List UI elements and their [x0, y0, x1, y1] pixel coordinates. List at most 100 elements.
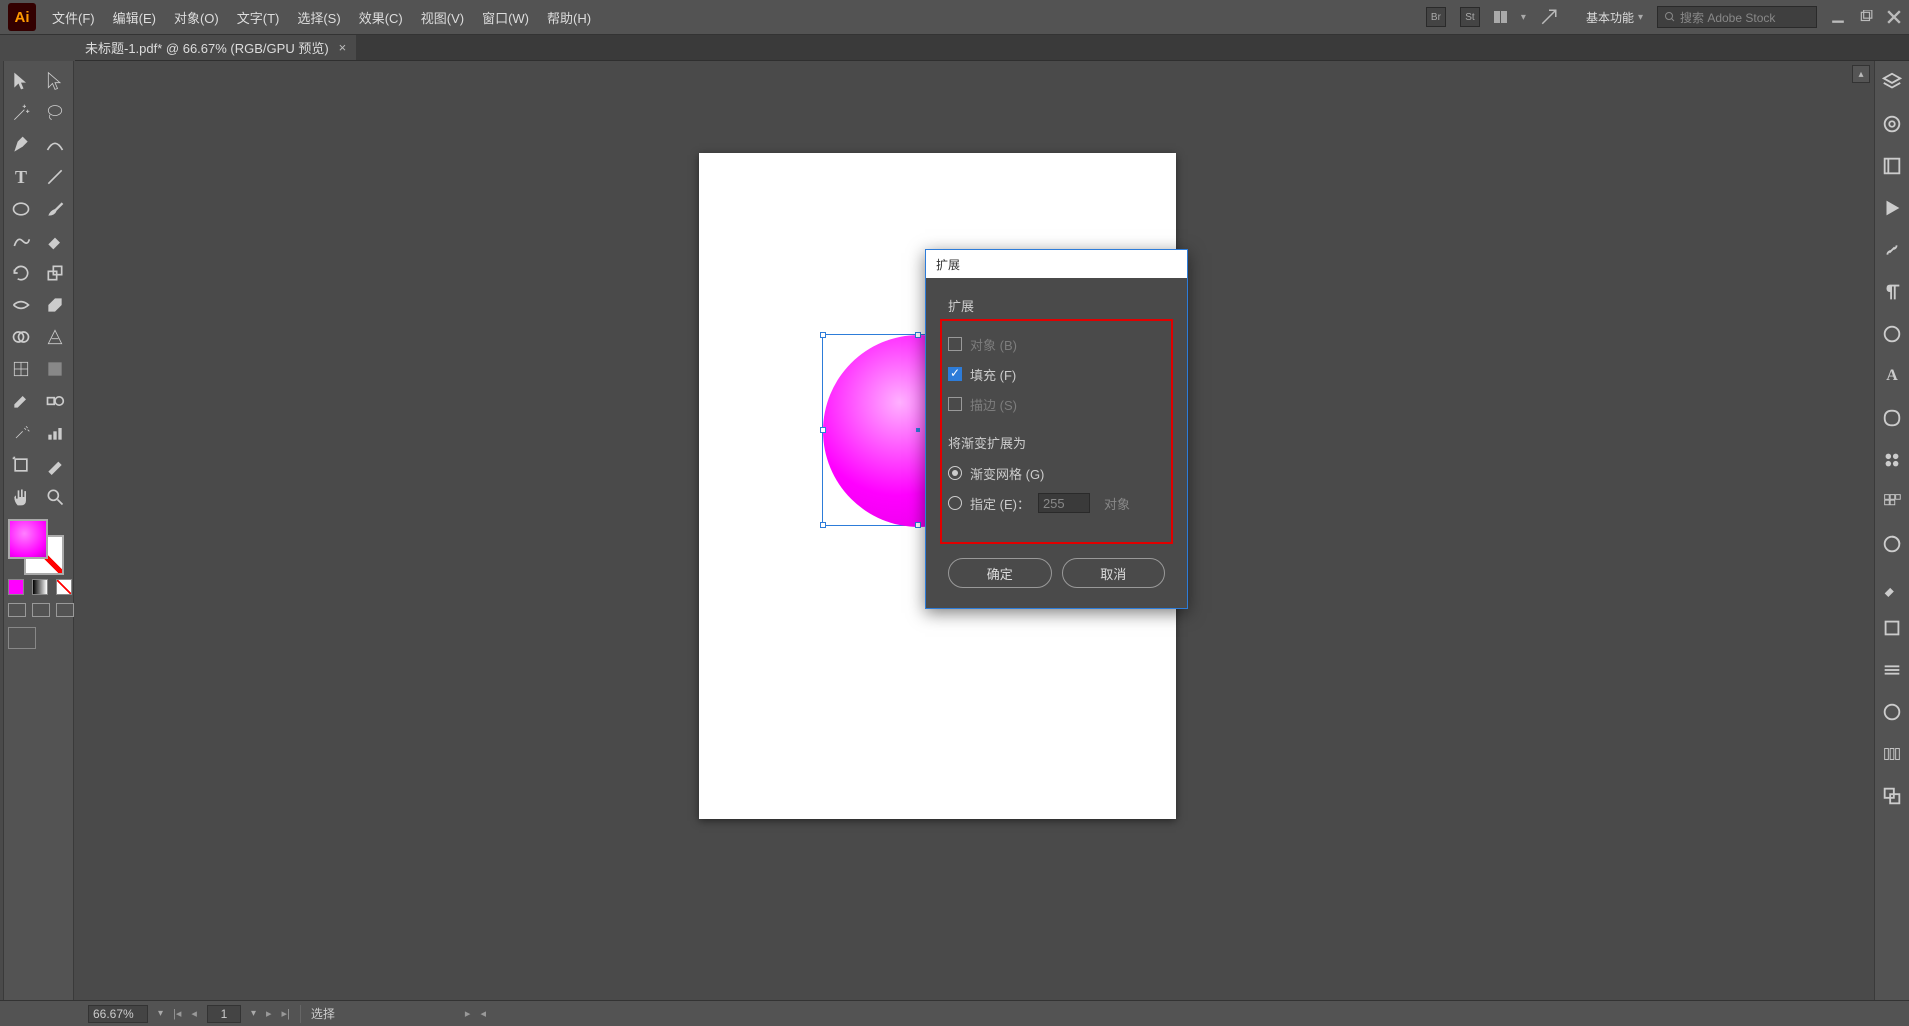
fill-checkbox[interactable]: [948, 367, 962, 381]
tool-ellipse[interactable]: [4, 193, 38, 225]
canvas[interactable]: ▴ 扩展 扩展 对象 (B): [74, 61, 1874, 1000]
arrange-dropdown-icon[interactable]: ▾: [1521, 12, 1526, 23]
tool-width[interactable]: [4, 289, 38, 321]
tool-direct-selection[interactable]: [38, 65, 72, 97]
zoom-level-field[interactable]: 66.67%: [88, 1005, 148, 1023]
option-gradient-mesh-row[interactable]: 渐变网格 (G): [948, 458, 1165, 488]
gradient-mode-icon[interactable]: [32, 579, 48, 595]
links-icon[interactable]: [1881, 239, 1903, 261]
tool-blend[interactable]: [38, 385, 72, 417]
minimize-icon[interactable]: [1831, 10, 1845, 24]
adobe-stock-search[interactable]: 搜索 Adobe Stock: [1657, 6, 1817, 28]
stroke-checkbox: [948, 397, 962, 411]
tool-slice[interactable]: [38, 449, 72, 481]
last-artboard-icon[interactable]: ▸|: [282, 1007, 290, 1020]
fill-swatch[interactable]: [8, 519, 48, 559]
restore-icon[interactable]: [1859, 10, 1873, 24]
tool-symbol-sprayer[interactable]: [4, 417, 38, 449]
menu-help[interactable]: 帮助(H): [547, 8, 591, 27]
arrange-documents-icon[interactable]: [1494, 11, 1507, 23]
tool-lasso[interactable]: [38, 97, 72, 129]
scroll-up-icon[interactable]: ▴: [1852, 65, 1870, 83]
tool-free-transform[interactable]: [38, 289, 72, 321]
artboard-dropdown-icon[interactable]: ▾: [251, 1008, 256, 1019]
gradient-mesh-radio[interactable]: [948, 466, 962, 480]
bridge-icon[interactable]: Br: [1426, 7, 1446, 27]
draw-normal-icon[interactable]: [8, 603, 26, 617]
specify-value-field[interactable]: 255: [1038, 493, 1090, 513]
layers-icon[interactable]: [1881, 71, 1903, 93]
tool-eraser[interactable]: [38, 225, 72, 257]
tool-magic-wand[interactable]: [4, 97, 38, 129]
tool-hand[interactable]: [4, 481, 38, 513]
menu-window[interactable]: 窗口(W): [482, 8, 529, 27]
tool-rotate[interactable]: [4, 257, 38, 289]
paragraph-icon[interactable]: [1881, 281, 1903, 303]
tool-mesh[interactable]: [4, 353, 38, 385]
draw-inside-icon[interactable]: [56, 603, 74, 617]
tool-scale[interactable]: [38, 257, 72, 289]
cc-libraries-icon[interactable]: [1881, 113, 1903, 135]
transparency-icon[interactable]: [1881, 701, 1903, 723]
menu-effect[interactable]: 效果(C): [359, 8, 403, 27]
tool-artboard[interactable]: [4, 449, 38, 481]
tool-selection[interactable]: [4, 65, 38, 97]
graphic-styles-icon[interactable]: [1881, 449, 1903, 471]
tool-zoom[interactable]: [38, 481, 72, 513]
fill-stroke-swatch[interactable]: [8, 519, 64, 575]
swatches-icon[interactable]: [1881, 491, 1903, 513]
menu-select[interactable]: 选择(S): [297, 8, 340, 27]
status-tool-label: 选择: [311, 1005, 335, 1022]
color-mode-icon[interactable]: [8, 579, 24, 595]
tool-curvature[interactable]: [38, 129, 72, 161]
status-play-icon[interactable]: ▸: [465, 1007, 471, 1020]
menu-file[interactable]: 文件(F): [52, 8, 95, 27]
stroke-panel-icon[interactable]: [1881, 659, 1903, 681]
tool-brush[interactable]: [38, 193, 72, 225]
screen-mode-icon[interactable]: [8, 627, 36, 649]
status-back-icon[interactable]: ◂: [480, 1007, 486, 1020]
tool-eyedropper[interactable]: [4, 385, 38, 417]
menu-view[interactable]: 视图(V): [421, 8, 464, 27]
option-fill-row[interactable]: 填充 (F): [948, 359, 1165, 389]
appearance-icon[interactable]: [1881, 323, 1903, 345]
artboard-number-field[interactable]: 1: [207, 1005, 241, 1023]
close-icon[interactable]: [1887, 10, 1901, 24]
tool-gradient[interactable]: [38, 353, 72, 385]
transform-icon[interactable]: [1881, 407, 1903, 429]
tool-shape-builder[interactable]: [4, 321, 38, 353]
stock-icon[interactable]: St: [1460, 7, 1480, 27]
cancel-button[interactable]: 取消: [1062, 558, 1166, 588]
ok-button[interactable]: 确定: [948, 558, 1052, 588]
zoom-dropdown-icon[interactable]: ▾: [158, 1008, 163, 1019]
actions-play-icon[interactable]: [1881, 197, 1903, 219]
symbols-icon[interactable]: [1881, 617, 1903, 639]
none-mode-icon[interactable]: [56, 579, 72, 595]
menu-edit[interactable]: 编辑(E): [113, 8, 156, 27]
gpu-icon[interactable]: [1540, 8, 1558, 26]
document-tab[interactable]: 未标题-1.pdf* @ 66.67% (RGB/GPU 预览) ×: [75, 35, 356, 60]
character-icon[interactable]: A: [1881, 365, 1903, 387]
pathfinder-icon[interactable]: [1881, 785, 1903, 807]
menu-type[interactable]: 文字(T): [237, 8, 280, 27]
align-icon[interactable]: [1881, 743, 1903, 765]
chevron-down-icon: ▾: [1638, 12, 1643, 23]
workspace-switcher[interactable]: 基本功能 ▾: [1586, 9, 1643, 26]
color-icon[interactable]: [1881, 533, 1903, 555]
tool-pen[interactable]: [4, 129, 38, 161]
tool-type[interactable]: T: [4, 161, 38, 193]
first-artboard-icon[interactable]: |◂: [173, 1007, 181, 1020]
specify-radio[interactable]: [948, 496, 962, 510]
prev-artboard-icon[interactable]: ◂: [191, 1007, 197, 1020]
tool-perspective[interactable]: [38, 321, 72, 353]
menu-object[interactable]: 对象(O): [174, 8, 219, 27]
properties-icon[interactable]: [1881, 155, 1903, 177]
brushes-icon[interactable]: [1881, 575, 1903, 597]
tool-shaper[interactable]: [4, 225, 38, 257]
next-artboard-icon[interactable]: ▸: [266, 1007, 272, 1020]
option-specify-row[interactable]: 指定 (E)： 255 对象: [948, 488, 1165, 518]
draw-behind-icon[interactable]: [32, 603, 50, 617]
tool-graph[interactable]: [38, 417, 72, 449]
tab-close-icon[interactable]: ×: [339, 40, 347, 55]
tool-line[interactable]: [38, 161, 72, 193]
